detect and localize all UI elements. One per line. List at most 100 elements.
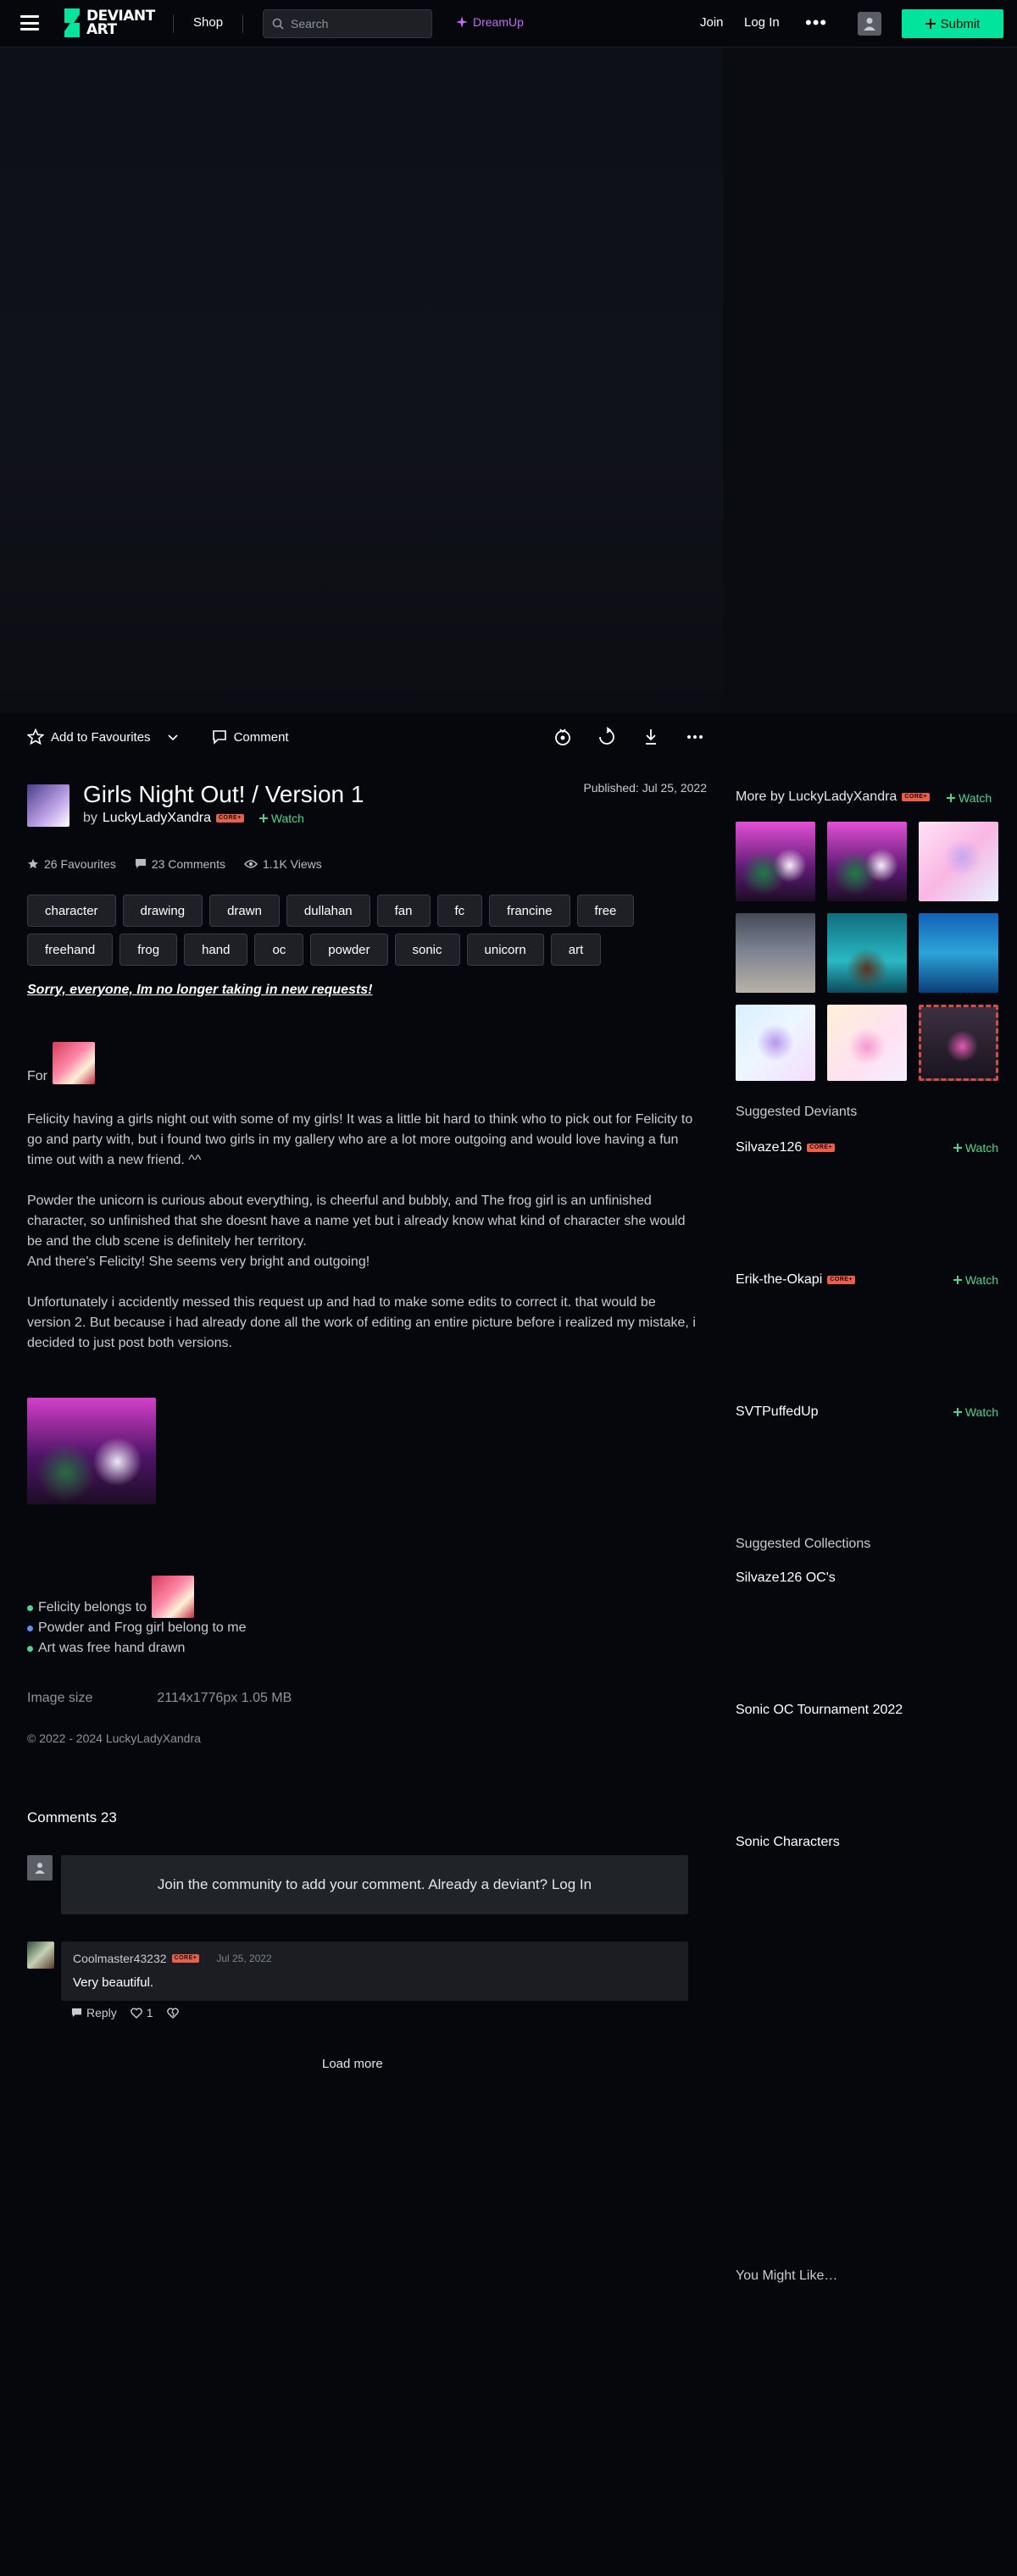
search-box[interactable] [263, 9, 432, 38]
load-more-button[interactable]: Load more [322, 2057, 383, 2071]
share-icon[interactable] [597, 727, 617, 747]
deviant-name-group: Silvaze126 CORE+ [736, 1140, 836, 1155]
reply-button[interactable]: Reply [71, 2006, 117, 2019]
collection-item[interactable]: Sonic OC Tournament 2022 [736, 1703, 903, 1718]
heart-icon [131, 2007, 142, 2019]
gallery-thumbnail[interactable] [827, 822, 907, 901]
commenter-name[interactable]: Coolmaster43232 [73, 1952, 167, 1965]
user-avatar-icon[interactable] [858, 12, 881, 36]
tag-item[interactable]: fc [436, 895, 483, 927]
gallery-thumbnail[interactable] [919, 913, 998, 993]
deviantart-logo[interactable]: DEVIANT ART [63, 8, 155, 37]
tag-item[interactable]: oc [254, 933, 304, 966]
tag-item[interactable]: sonic [394, 933, 460, 966]
tag-item[interactable]: character [27, 895, 116, 927]
eye-icon [243, 860, 258, 868]
description-paragraph: Felicity having a girls night out with s… [27, 1112, 693, 1167]
tag-item[interactable]: frog [119, 933, 178, 966]
author-avatar[interactable] [27, 784, 69, 827]
description-paragraph: Powder the unicorn is curious about ever… [27, 1194, 686, 1249]
more-icon[interactable] [685, 727, 705, 747]
more-options-icon[interactable]: ••• [805, 12, 827, 34]
deviation-stats: 26 Favourites 23 Comments 1.1K Views [27, 857, 322, 871]
tag-item[interactable]: drawn [209, 895, 280, 927]
deviant-name[interactable]: SVTPuffedUp [736, 1404, 819, 1420]
add-to-favourites-button[interactable]: Add to Favourites [27, 728, 151, 745]
core-badge: CORE+ [216, 814, 244, 823]
dislike-button[interactable] [166, 2007, 179, 2019]
chevron-down-icon[interactable] [167, 731, 178, 744]
collection-item[interactable]: Sonic Characters [736, 1835, 840, 1850]
tag-item[interactable]: hand [184, 933, 248, 966]
felicity-owner-avatar[interactable] [152, 1576, 195, 1618]
like-button[interactable]: 1 [131, 2006, 153, 2019]
action-bar: Add to Favourites Comment [27, 720, 705, 754]
tag-item[interactable]: freehand [27, 933, 114, 966]
submit-label: Submit [940, 16, 981, 31]
menu-icon[interactable] [20, 15, 39, 30]
more-by-label[interactable]: More by LuckyLadyXandra [736, 789, 897, 805]
author-link[interactable]: LuckyLadyXandra [103, 811, 211, 826]
download-icon[interactable] [641, 727, 661, 747]
gallery-thumbnail[interactable] [736, 1005, 815, 1081]
gallery-thumbnail[interactable] [919, 822, 998, 901]
watch-label: Watch [964, 1273, 998, 1287]
comment-actions: Reply 1 [71, 2006, 179, 2019]
collection-item[interactable]: Silvaze126 OC's [736, 1571, 836, 1586]
description-paragraph: Unfortunately i accidently messed this r… [27, 1295, 696, 1350]
description-paragraph: And there's Felicity! She seems very bri… [27, 1255, 370, 1269]
felicity-avatar[interactable] [53, 1042, 95, 1084]
tag-item[interactable]: powder [310, 933, 388, 966]
plus-icon [953, 1408, 962, 1416]
login-link[interactable]: Log In [744, 15, 780, 30]
core-badge: CORE+ [902, 793, 931, 801]
favourites-stat[interactable]: 26 Favourites [27, 857, 116, 871]
deviation-image-stage[interactable] [0, 47, 723, 713]
tag-item[interactable]: fan [376, 895, 431, 927]
version-2-thumbnail[interactable] [27, 1398, 156, 1504]
star-icon [27, 728, 44, 745]
tag-item[interactable]: francine [489, 895, 570, 927]
gallery-thumbnail[interactable] [919, 1005, 998, 1081]
top-bar: DEVIANT ART Shop DreamUp Join Log In •••… [0, 0, 1017, 47]
tag-item[interactable]: dullahan [286, 895, 370, 927]
deviant-name[interactable]: Erik-the-Okapi [736, 1272, 822, 1288]
tag-item[interactable]: free [576, 895, 635, 927]
tag-item[interactable]: unicorn [466, 933, 544, 966]
comments-stat[interactable]: 23 Comments [135, 857, 225, 871]
search-input[interactable] [291, 17, 426, 30]
plus-icon [947, 794, 955, 802]
watch-deviant-button[interactable]: Watch [953, 1141, 998, 1155]
comment-item: Coolmaster43232 CORE+ Jul 25, 2022 Very … [61, 1942, 688, 2001]
logo-text: DEVIANT ART [86, 9, 155, 37]
comment-button[interactable]: Comment [212, 729, 289, 745]
nav-divider [173, 14, 174, 33]
core-badge: CORE+ [827, 1276, 856, 1284]
gallery-thumbnail[interactable] [736, 913, 815, 993]
watch-deviant-button[interactable]: Watch [953, 1405, 998, 1419]
gallery-thumbnail[interactable] [736, 822, 815, 901]
dreamup-link[interactable]: DreamUp [456, 15, 524, 29]
commenter-avatar[interactable] [27, 1942, 54, 1969]
core-badge: CORE+ [807, 1144, 836, 1152]
deviant-name[interactable]: Silvaze126 [736, 1140, 802, 1155]
tag-item[interactable]: drawing [122, 895, 203, 927]
badge-icon[interactable] [553, 727, 573, 747]
comment-icon [71, 2008, 82, 2017]
watch-author-button[interactable]: Watch [258, 812, 304, 825]
watch-deviant-button[interactable]: Watch [953, 1273, 998, 1287]
star-icon [28, 859, 38, 869]
credit-text: Art was free hand drawn [38, 1641, 186, 1655]
join-community-prompt[interactable]: Join the community to add your comment. … [61, 1855, 688, 1914]
core-badge: CORE+ [171, 1954, 200, 1963]
published-date: Published: Jul 25, 2022 [583, 781, 707, 795]
credit-item: Art was free hand drawn [27, 1638, 246, 1659]
credits-list: Felicity belongs to Powder and Frog girl… [27, 1576, 246, 1659]
gallery-thumbnail[interactable] [827, 913, 907, 993]
submit-button[interactable]: Submit [902, 9, 1003, 38]
gallery-thumbnail[interactable] [827, 1005, 907, 1081]
tag-item[interactable]: art [550, 933, 602, 966]
join-link[interactable]: Join [700, 15, 724, 30]
sidebar-watch-button[interactable]: Watch [947, 791, 992, 805]
shop-link[interactable]: Shop [193, 15, 223, 30]
